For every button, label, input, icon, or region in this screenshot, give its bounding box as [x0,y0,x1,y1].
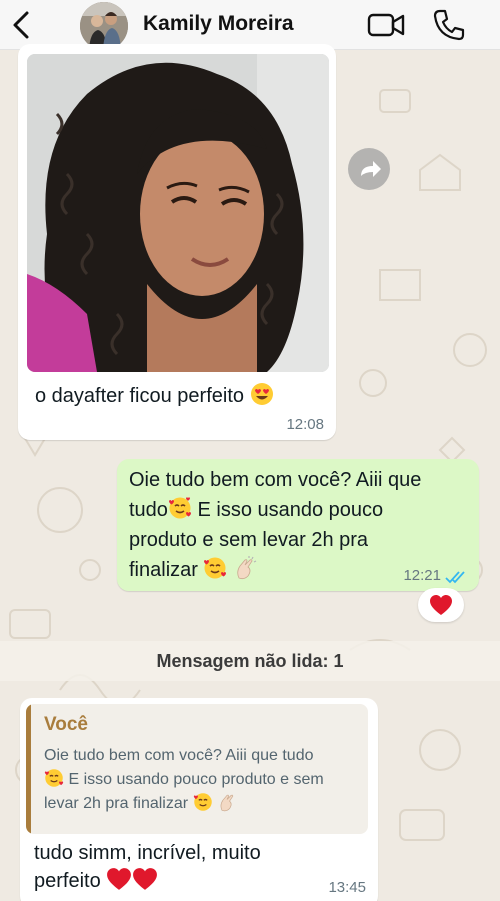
back-chevron-icon[interactable] [8,10,34,40]
smiling-face-with-hearts-emoji-icon [204,557,227,579]
message-time: 12:21 [403,567,441,584]
photo-caption: o dayafter ficou perfeito [35,381,274,411]
phone-call-icon[interactable] [432,8,466,42]
red-heart-icon [430,595,452,615]
reaction-badge[interactable] [418,588,464,622]
smiling-face-with-hearts-emoji-icon [168,497,191,519]
message-time: 12:08 [286,416,324,433]
outgoing-line-1: Oie tudo bem com você? Aiii que [129,469,422,491]
quoted-message[interactable]: Você Oie tudo bem com você? Aiii que tud… [26,704,368,834]
quote-accent-bar [26,704,31,834]
smiling-face-with-hearts-emoji-icon [44,769,64,787]
smiling-face-with-hearts-emoji-icon [193,793,212,811]
reply-line-2: perfeito [34,866,158,896]
outgoing-line-4: finalizar [129,555,257,585]
video-call-icon[interactable] [367,11,405,39]
quote-text: Oie tudo bem com você? Aiii que tudo E i… [44,747,324,812]
red-heart-icon [133,868,158,890]
heart-eyes-emoji-icon [250,383,273,405]
forward-button[interactable] [348,148,390,190]
unread-messages-banner: Mensagem não lida: 1 [0,641,500,681]
clapping-hands-emoji-icon [237,556,257,580]
incoming-reply-message[interactable]: Você Oie tudo bem com você? Aiii que tud… [20,698,378,901]
read-ticks-icon [445,571,465,584]
shared-photo[interactable] [27,54,329,372]
chat-header: Kamily Moreira [0,0,500,50]
message-time: 13:45 [328,879,366,896]
outgoing-message[interactable]: Oie tudo bem com você? Aiii que tudo E i… [117,459,479,591]
outgoing-line-3: produto e sem levar 2h pra [129,529,369,551]
contact-name[interactable]: Kamily Moreira [143,12,294,36]
incoming-photo-message[interactable]: o dayafter ficou perfeito 12:08 [18,44,336,440]
contact-avatar[interactable] [80,2,128,50]
outgoing-line-2: tudo E isso usando pouco [129,495,383,525]
forward-arrow-icon [361,161,381,177]
reply-line-1: tudo simm, incrível, muito [34,842,261,864]
quote-author: Você [44,714,89,735]
red-heart-icon [107,868,132,890]
clapping-hands-emoji-icon [220,794,234,812]
